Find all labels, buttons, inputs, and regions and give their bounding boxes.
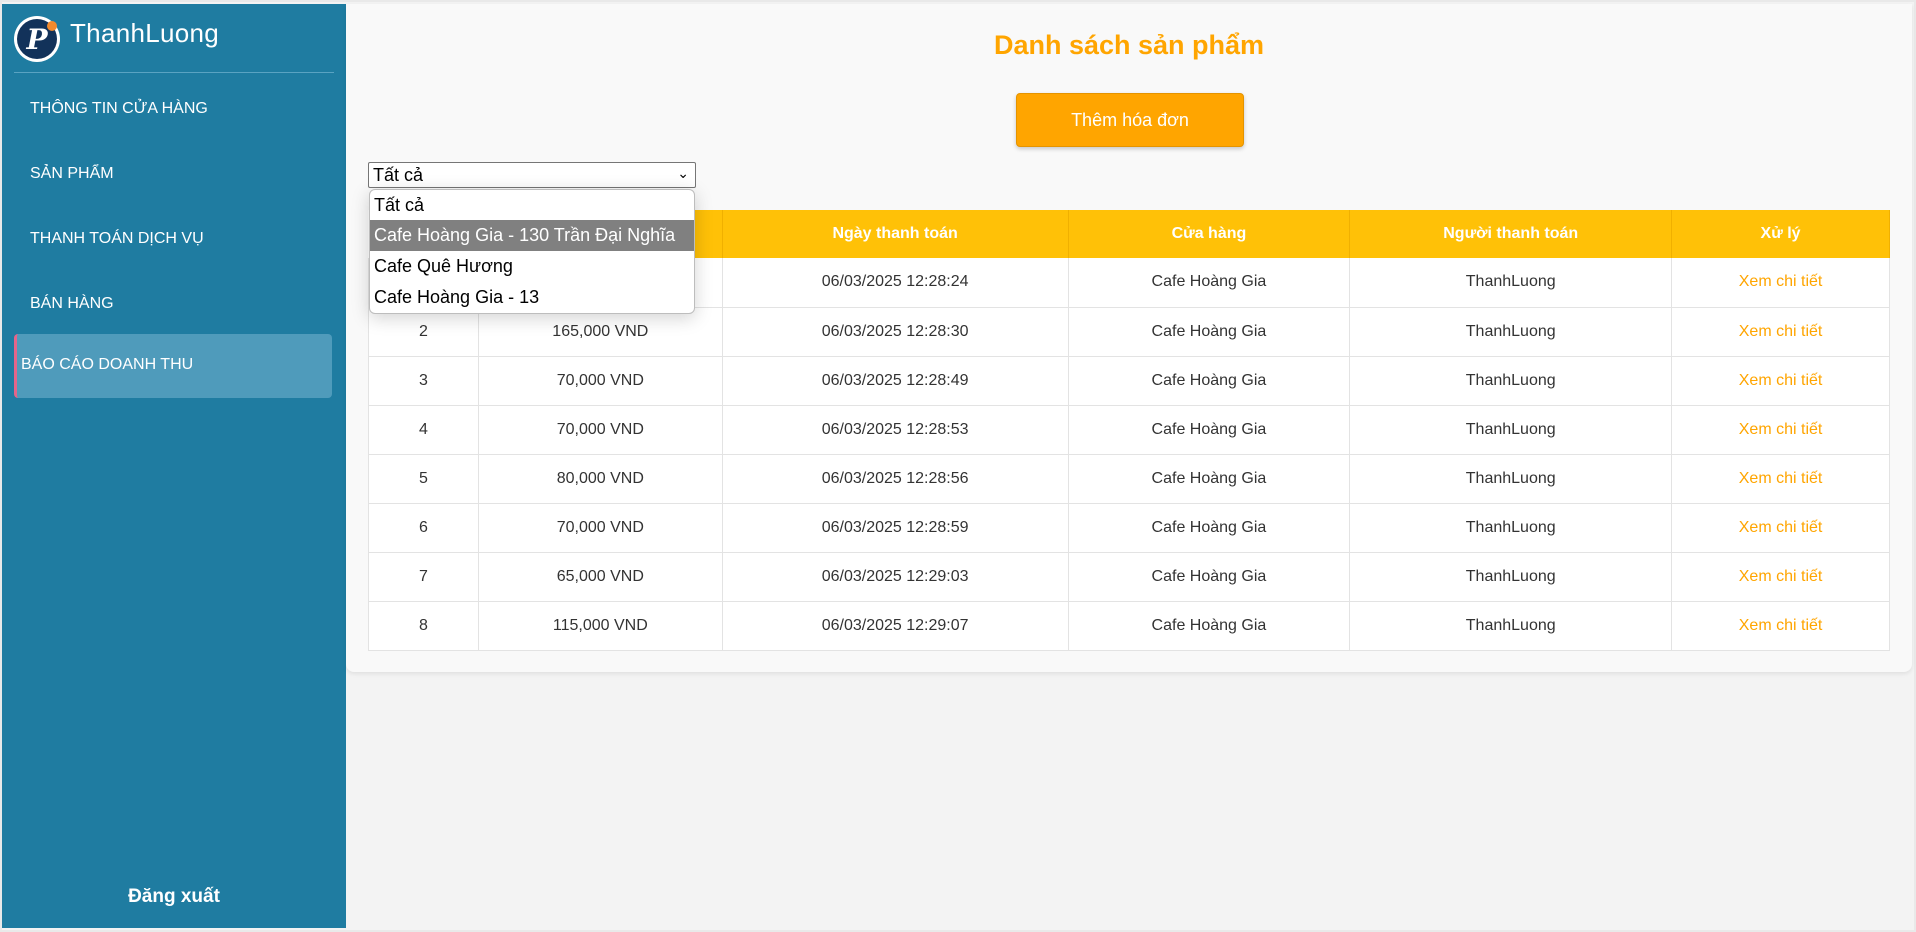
column-header-payment-date: Ngày thanh toán [722,210,1069,258]
cell-store: Cafe Hoàng Gia [1068,503,1351,553]
cell-store: Cafe Hoàng Gia [1068,258,1351,308]
cell-payer: ThanhLuong [1349,454,1673,504]
brand[interactable]: P ThanhLuong [2,4,346,74]
view-detail-link[interactable]: Xem chi tiết [1671,307,1890,357]
cell-payer: ThanhLuong [1349,307,1673,357]
view-detail-link[interactable]: Xem chi tiết [1671,258,1890,308]
sidebar: P ThanhLuong THÔNG TIN CỬA HÀNG SẢN PHẨM… [2,4,346,928]
cell-index: 4 [368,405,479,455]
dropdown-option-hoang-gia-13[interactable]: Cafe Hoàng Gia - 13 [370,282,694,313]
cell-payer: ThanhLuong [1349,552,1673,602]
table-row: 8 115,000 VND 06/03/2025 12:29:07 Cafe Hoàn… [368,601,1890,651]
cell-amount: 115,000 VND [478,601,723,651]
cell-store: Cafe Hoàng Gia [1068,405,1351,455]
cell-payment-date: 06/03/2025 12:28:24 [722,258,1069,308]
table-row: 7 65,000 VND 06/03/2025 12:29:03 Cafe Hoàng… [368,552,1890,602]
brand-logo-icon: P [14,16,60,62]
cell-store: Cafe Hoàng Gia [1068,552,1351,602]
cell-index: 5 [368,454,479,504]
cell-payer: ThanhLuong [1349,356,1673,406]
cell-payment-date: 06/03/2025 12:29:07 [722,601,1069,651]
cell-store: Cafe Hoàng Gia [1068,454,1351,504]
cell-payment-date: 06/03/2025 12:29:03 [722,552,1069,602]
table-row: 5 80,000 VND 06/03/2025 12:28:56 Cafe Hoàng… [368,454,1890,504]
table-row: 4 70,000 VND 06/03/2025 12:28:53 Cafe Hoàng… [368,405,1890,455]
cell-payment-date: 06/03/2025 12:28:56 [722,454,1069,504]
view-detail-link[interactable]: Xem chi tiết [1671,454,1890,504]
column-header-payer: Người thanh toán [1349,210,1673,258]
table-row: 2 165,000 VND 06/03/2025 12:28:30 Cafe Hoàn… [368,307,1890,357]
view-detail-link[interactable]: Xem chi tiết [1671,405,1890,455]
cell-payer: ThanhLuong [1349,503,1673,553]
store-filter-value: Tất cả [373,164,424,185]
cell-amount: 165,000 VND [478,307,723,357]
cell-store: Cafe Hoàng Gia [1068,307,1351,357]
sidebar-item-label: BÁO CÁO DOANH THU [21,356,194,373]
dropdown-option-hoang-gia-130[interactable]: Cafe Hoàng Gia - 130 Trần Đại Nghĩa [370,220,694,251]
main-card: Danh sách sản phẩm Thêm hóa đơn Tất cả ⌄… [346,4,1912,672]
cell-index: 6 [368,503,479,553]
cell-store: Cafe Hoàng Gia [1068,356,1351,406]
cell-payment-date: 06/03/2025 12:28:30 [722,307,1069,357]
cell-payment-date: 06/03/2025 12:28:59 [722,503,1069,553]
table-row: 6 70,000 VND 06/03/2025 12:28:59 Cafe Hoàng… [368,503,1890,553]
table-row: 3 70,000 VND 06/03/2025 12:28:49 Cafe Hoàng… [368,356,1890,406]
brand-name: ThanhLuong [70,17,220,48]
view-detail-link[interactable]: Xem chi tiết [1671,356,1890,406]
column-header-action: Xử lý [1671,210,1890,258]
dropdown-option-que-huong[interactable]: Cafe Quê Hương [370,251,694,282]
brand-logo-dot [47,21,57,31]
cell-payer: ThanhLuong [1349,601,1673,651]
chevron-down-icon: ⌄ [677,165,689,181]
view-detail-link[interactable]: Xem chi tiết [1671,601,1890,651]
cell-index: 3 [368,356,479,406]
cell-amount: 70,000 VND [478,405,723,455]
cell-amount: 80,000 VND [478,454,723,504]
store-filter-select[interactable]: Tất cả ⌄ [368,162,696,188]
cell-index: 8 [368,601,479,651]
view-detail-link[interactable]: Xem chi tiết [1671,552,1890,602]
sidebar-item-products[interactable]: SẢN PHẨM [30,165,114,183]
cell-payer: ThanhLuong [1349,405,1673,455]
sidebar-item-service-payment[interactable]: THANH TOÁN DỊCH VỤ [30,230,204,248]
cell-payment-date: 06/03/2025 12:28:53 [722,405,1069,455]
add-invoice-button[interactable]: Thêm hóa đơn [1016,93,1244,147]
sidebar-item-sales[interactable]: BÁN HÀNG [30,295,114,313]
table-body: 106/03/2025 12:28:24Cafe Hoàng GiaThanhL… [368,258,1890,651]
cell-payer: ThanhLuong [1349,258,1673,308]
cell-amount: 70,000 VND [478,356,723,406]
logout-button[interactable]: Đăng xuất [2,886,346,908]
cell-store: Cafe Hoàng Gia [1068,601,1351,651]
cell-amount: 70,000 VND [478,503,723,553]
page-title: Danh sách sản phẩm [993,30,1265,60]
cell-payment-date: 06/03/2025 12:28:49 [722,356,1069,406]
cell-amount: 65,000 VND [478,552,723,602]
sidebar-item-store-info[interactable]: THÔNG TIN CỬA HÀNG [30,100,208,118]
view-detail-link[interactable]: Xem chi tiết [1671,503,1890,553]
sidebar-divider [14,72,334,73]
column-header-store: Cửa hàng [1068,210,1351,258]
dropdown-option-all[interactable]: Tất cả [370,190,694,220]
sidebar-item-revenue-report[interactable]: BÁO CÁO DOANH THU [14,334,332,398]
store-filter-dropdown: Tất cả Cafe Hoàng Gia - 130 Trần Đại Ngh… [369,189,695,314]
cell-index: 7 [368,552,479,602]
cell-index: 2 [368,307,479,357]
